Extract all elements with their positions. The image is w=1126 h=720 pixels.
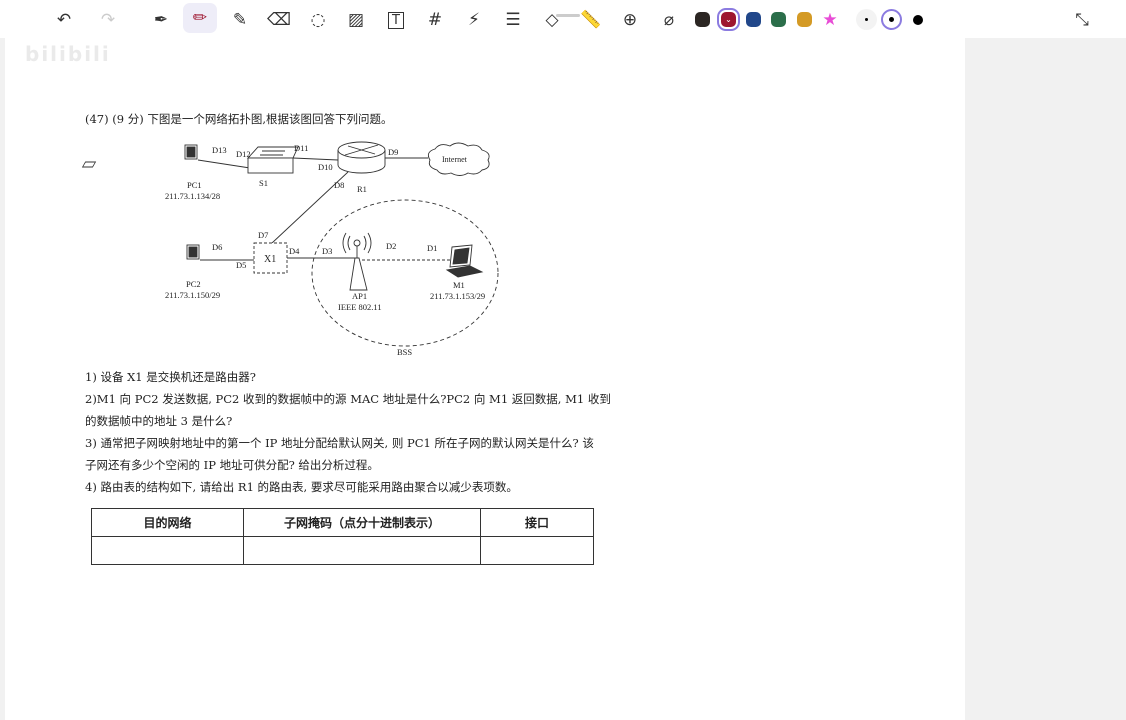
question-1: 1) 设备 X1 是交换机还是路由器? [85, 370, 256, 384]
cell-destination [91, 536, 244, 565]
document-page[interactable]: bilibili (47) (9 分) 下图是一个网络拓扑图,根据该图回答下列问… [5, 38, 965, 720]
port-label-d12: D12 [236, 149, 251, 159]
question-3-line-1: 3) 通常把子网映射地址中的第一个 IP 地址分配给默认网关, 则 PC1 所在… [85, 436, 594, 450]
question-2-line-2: 的数据帧中的地址 3 是什么? [85, 414, 233, 428]
pen-icon[interactable]: ✒ [147, 6, 175, 34]
redo-icon[interactable]: ↷ [94, 6, 122, 34]
switch-s1-icon [246, 146, 299, 174]
port-label-d13: D13 [212, 145, 227, 155]
pc2-ip-label: 211.73.1.150/29 [165, 290, 220, 300]
access-point-ap1-icon [342, 232, 372, 291]
hashtag-icon[interactable]: # [421, 6, 449, 34]
highlighter-icon[interactable]: ✎ [226, 6, 254, 34]
color-swatch-green[interactable] [771, 12, 786, 27]
port-label-d6: D6 [212, 242, 222, 252]
color-swatch-gold[interactable] [797, 12, 812, 27]
ap1-label: AP1 [352, 291, 367, 301]
color-swatch-black[interactable] [695, 12, 710, 27]
link-pc1-s1 [197, 159, 251, 169]
question-4: 4) 路由表的结构如下, 请给出 R1 的路由表, 要求尽可能采用路由聚合以减少… [85, 480, 518, 494]
port-label-d11: D11 [294, 143, 308, 153]
color-swatch-blue[interactable] [746, 12, 761, 27]
question-3-line-2: 子网还有多少个空闲的 IP 地址可供分配? 给出分析过程。 [85, 458, 379, 472]
table-row [91, 536, 594, 565]
routing-table: 目的网络 子网掩码（点分十进制表示） 接口 [91, 508, 594, 565]
ruler-icon[interactable]: 📏 [577, 6, 605, 34]
shapes-icon[interactable]: ◇ [538, 6, 566, 34]
star-icon[interactable]: ★ [816, 6, 844, 34]
port-label-d9: D9 [388, 147, 398, 157]
x1-label: X1 [264, 254, 276, 265]
port-label-d7: D7 [258, 230, 268, 240]
port-label-d3: D3 [322, 246, 332, 256]
link-s1-r1 [292, 157, 339, 161]
text-select-icon[interactable]: ☰ [499, 6, 527, 34]
m1-ip-label: 211.73.1.153/29 [430, 291, 485, 301]
s1-label: S1 [259, 178, 268, 188]
m1-label: M1 [453, 280, 465, 290]
toolbar: ↶ ↷ ✒ ✏ ✎ ⌫ ◌ ▨ T # ⚡ ☰ ◇ 📏 ⊕ ⌀ ⌄ ★ ⤡ [0, 0, 1126, 38]
network-topology-diagram: D13 D12 D11 D10 D9 D8 D7 D6 D5 D4 D3 D2 … [81, 141, 499, 357]
cell-mask [243, 536, 481, 565]
pc1-ip-label: 211.73.1.134/28 [165, 191, 220, 201]
collapse-icon[interactable]: ⤡ [1068, 6, 1096, 34]
pc1-label: PC1 [187, 180, 202, 190]
color-swatch-crimson[interactable]: ⌄ [717, 8, 740, 31]
header-subnet-mask: 子网掩码（点分十进制表示） [243, 508, 481, 537]
header-destination-network: 目的网络 [91, 508, 244, 537]
port-label-d8: D8 [334, 180, 344, 190]
lasso-icon[interactable]: ◌ [304, 6, 332, 34]
tape-icon[interactable]: ⌀ [655, 6, 683, 34]
pc2-label: PC2 [186, 279, 201, 289]
eraser-icon[interactable]: ⌫ [265, 6, 293, 34]
laptop-m1-icon [445, 244, 484, 278]
router-r1-icon [337, 141, 386, 174]
image-icon[interactable]: ▨ [342, 6, 370, 34]
table-header-row: 目的网络 子网掩码（点分十进制表示） 接口 [91, 508, 594, 537]
r1-label: R1 [357, 184, 367, 194]
undo-icon[interactable]: ↶ [50, 6, 78, 34]
header-interface: 接口 [480, 508, 594, 537]
question-2-line-1: 2)M1 向 PC2 发送数据, PC2 收到的数据帧中的源 MAC 地址是什么… [85, 392, 611, 406]
laser-icon[interactable]: ⚡ [460, 6, 488, 34]
text-icon[interactable]: T [382, 6, 410, 34]
bss-label: BSS [397, 347, 412, 357]
port-label-d2: D2 [386, 241, 396, 251]
port-label-d4: D4 [289, 246, 300, 256]
port-label-d5: D5 [236, 260, 246, 270]
port-label-d1: D1 [427, 243, 437, 253]
size-small[interactable] [856, 9, 877, 30]
size-large[interactable] [907, 9, 928, 30]
ap1-standard-label: IEEE 802.11 [338, 302, 382, 312]
cell-interface [480, 536, 594, 565]
pencil-icon[interactable]: ✏ [183, 3, 217, 33]
internet-label: Internet [442, 155, 468, 164]
zoom-icon[interactable]: ⊕ [616, 6, 644, 34]
port-label-d10: D10 [318, 162, 333, 172]
size-medium[interactable] [881, 9, 902, 30]
